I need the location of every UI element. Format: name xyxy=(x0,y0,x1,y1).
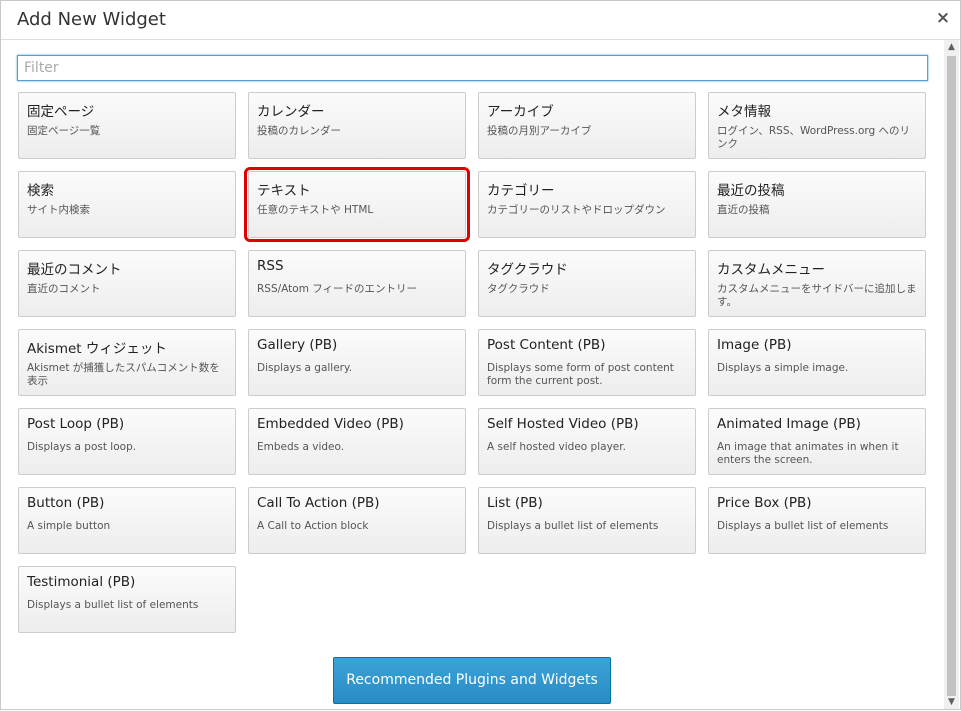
widget-description: ログイン、RSS、WordPress.org へのリンク xyxy=(717,125,911,150)
widget-title: テキスト xyxy=(257,183,311,199)
scroll-up-icon[interactable]: ▲ xyxy=(944,40,959,54)
widget-tile[interactable]: カレンダー投稿のカレンダー xyxy=(248,92,466,159)
widget-tile[interactable]: Post Loop (PB) Displays a post loop. xyxy=(18,408,236,475)
widget-description: カテゴリーのリストやドロップダウン xyxy=(487,204,666,216)
scroll-down-icon[interactable]: ▼ xyxy=(944,695,959,709)
widget-description: Displays a bullet list of elements xyxy=(487,520,659,532)
widget-title: カスタムメニュー xyxy=(717,262,825,278)
widget-description: RSS/Atom フィードのエントリー xyxy=(257,283,418,295)
widget-title: Self Hosted Video (PB) xyxy=(487,416,639,432)
widget-description: サイト内検索 xyxy=(27,204,90,216)
add-widget-dialog: Add New Widget × 固定ページ固定ページ一覧カレンダー投稿のカレン… xyxy=(0,0,961,710)
widget-title: 最近のコメント xyxy=(27,262,122,278)
widget-title: List (PB) xyxy=(487,495,543,511)
widget-description: A Call to Action block xyxy=(257,520,369,532)
widget-tile[interactable]: カスタムメニューカスタムメニューをサイドバーに追加します。 xyxy=(708,250,926,317)
widget-title: Price Box (PB) xyxy=(717,495,812,511)
widget-tile[interactable]: Akismet ウィジェット Akismet が捕獲したスパムコメント数を表示 xyxy=(18,329,236,396)
widget-description: 任意のテキストや HTML xyxy=(257,204,374,216)
widget-tile[interactable]: アーカイブ投稿の月別アーカイブ xyxy=(478,92,696,159)
widget-tile[interactable]: Testimonial (PB) Displays a bullet list o… xyxy=(18,566,236,633)
widget-description: Akismet が捕獲したスパムコメント数を表示 xyxy=(27,362,220,387)
widget-description: Displays a post loop. xyxy=(27,441,137,453)
dialog-content: 固定ページ固定ページ一覧カレンダー投稿のカレンダーアーカイブ投稿の月別アーカイブ… xyxy=(1,40,945,711)
widget-description: カスタムメニューをサイドバーに追加します。 xyxy=(717,283,917,308)
widget-title: Animated Image (PB) xyxy=(717,416,861,432)
widget-title: RSS xyxy=(257,258,284,274)
widget-tile[interactable]: Gallery (PB) Displays a gallery. xyxy=(248,329,466,396)
widget-tile[interactable]: 最近の投稿直近の投稿 xyxy=(708,171,926,238)
widget-tile[interactable]: RSS RSS/Atom フィードのエントリー xyxy=(248,250,466,317)
widget-tile[interactable]: タグクラウド タグクラウド xyxy=(478,250,696,317)
widget-description: An image that animates in when it enters… xyxy=(717,441,899,466)
widget-description: 投稿のカレンダー xyxy=(257,125,341,137)
widget-title: Post Loop (PB) xyxy=(27,416,125,432)
widget-description: タグクラウド xyxy=(487,283,550,295)
widget-title: Post Content (PB) xyxy=(487,337,606,353)
widget-title: Akismet ウィジェット xyxy=(27,341,167,357)
widget-description: A self hosted video player. xyxy=(487,441,626,453)
widget-tile[interactable]: Button (PB) A simple button xyxy=(18,487,236,554)
widget-title: Embedded Video (PB) xyxy=(257,416,404,432)
widget-description: Displays a bullet list of elements xyxy=(27,599,199,611)
dialog-titlebar: Add New Widget × xyxy=(1,1,960,40)
widget-tile[interactable]: カテゴリーカテゴリーのリストやドロップダウン xyxy=(478,171,696,238)
widget-description: 直近の投稿 xyxy=(717,204,770,216)
widget-tile[interactable]: 検索 サイト内検索 xyxy=(18,171,236,238)
widget-description: Displays a simple image. xyxy=(717,362,849,374)
widget-description: 固定ページ一覧 xyxy=(27,125,101,137)
widget-tile[interactable]: Image (PB) Displays a simple image. xyxy=(708,329,926,396)
widget-tile[interactable]: Price Box (PB) Displays a bullet list of … xyxy=(708,487,926,554)
scrollbar[interactable]: ▲ ▼ xyxy=(944,40,959,709)
widget-title: Gallery (PB) xyxy=(257,337,338,353)
widget-title: カレンダー xyxy=(257,104,325,120)
widget-description: Embeds a video. xyxy=(257,441,345,453)
dialog-title: Add New Widget xyxy=(17,9,166,30)
widget-tile[interactable]: 固定ページ固定ページ一覧 xyxy=(18,92,236,159)
widget-tile[interactable]: Embedded Video (PB) Embeds a video. xyxy=(248,408,466,475)
widget-description: Displays some form of post content form … xyxy=(487,362,674,387)
widget-title: Image (PB) xyxy=(717,337,792,353)
widget-title: アーカイブ xyxy=(487,104,554,120)
widget-tile[interactable]: Call To Action (PB) A Call to Action bloc… xyxy=(248,487,466,554)
widget-description: 直近のコメント xyxy=(27,283,101,295)
recommended-plugins-button[interactable]: Recommended Plugins and Widgets xyxy=(333,657,611,704)
widget-title: 固定ページ xyxy=(27,104,95,120)
widget-description: A simple button xyxy=(27,520,111,532)
widget-title: Call To Action (PB) xyxy=(257,495,380,511)
widget-tile[interactable]: Animated Image (PB) An image that animate… xyxy=(708,408,926,475)
widget-title: メタ情報 xyxy=(717,104,771,120)
widget-title: 検索 xyxy=(27,183,54,199)
widget-tile[interactable]: Self Hosted Video (PB) A self hosted vide… xyxy=(478,408,696,475)
widget-tile[interactable]: 最近のコメント直近のコメント xyxy=(18,250,236,317)
widget-description: Displays a gallery. xyxy=(257,362,353,374)
widget-tile[interactable]: メタ情報ログイン、RSS、WordPress.org へのリンク xyxy=(708,92,926,159)
widget-tile[interactable]: List (PB) Displays a bullet list of eleme… xyxy=(478,487,696,554)
widget-tile[interactable]: Post Content (PB) Displays some form of p… xyxy=(478,329,696,396)
widget-title: カテゴリー xyxy=(487,183,555,199)
widget-tile[interactable]: テキスト任意のテキストや HTML xyxy=(244,167,470,242)
widget-title: タグクラウド xyxy=(487,262,568,278)
widget-description: 投稿の月別アーカイブ xyxy=(487,125,592,137)
widget-description: Displays a bullet list of elements xyxy=(717,520,889,532)
close-icon[interactable]: × xyxy=(934,9,952,27)
scrollbar-thumb[interactable] xyxy=(947,56,956,696)
filter-input[interactable] xyxy=(17,55,928,81)
widget-title: Button (PB) xyxy=(27,495,105,511)
widget-title: 最近の投稿 xyxy=(717,183,785,199)
widget-title: Testimonial (PB) xyxy=(27,574,136,590)
